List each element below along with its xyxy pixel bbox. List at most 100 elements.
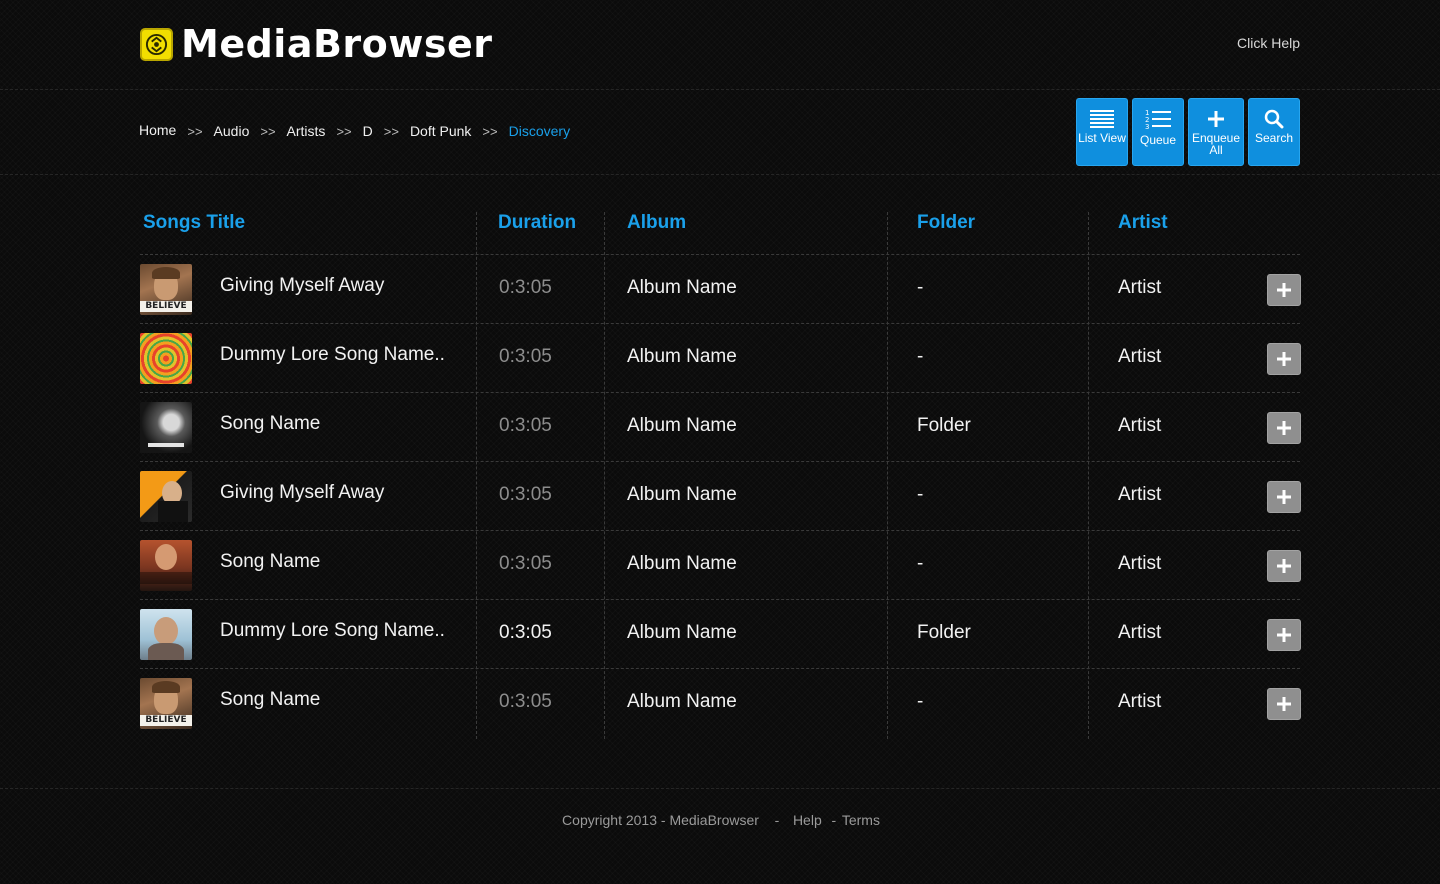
- add-to-queue-button[interactable]: [1267, 550, 1301, 582]
- queue-label: Queue: [1139, 133, 1177, 147]
- song-artist[interactable]: Artist: [1118, 277, 1161, 299]
- song-album[interactable]: Album Name: [627, 691, 737, 713]
- table-row[interactable]: BELIEVE Song Name 0:3:05 Album Name - Ar…: [140, 669, 1301, 738]
- breadcrumb-separator: >>: [383, 123, 399, 139]
- plus-icon: [1277, 697, 1291, 711]
- song-album[interactable]: Album Name: [627, 346, 737, 368]
- song-artist[interactable]: Artist: [1118, 691, 1161, 713]
- album-cover-believe: BELIEVE: [140, 678, 192, 729]
- breadcrumb-separator: >>: [187, 123, 203, 139]
- enqueue-all-label: Enqueue All: [1191, 131, 1241, 157]
- header-artist[interactable]: Artist: [1118, 212, 1168, 234]
- add-to-queue-button[interactable]: [1267, 688, 1301, 720]
- search-button[interactable]: Search: [1248, 98, 1300, 166]
- song-duration: 0:3:05: [499, 415, 552, 436]
- footer-help-link[interactable]: Help: [793, 812, 822, 828]
- table-row[interactable]: BELIEVE Giving Myself Away 0:3:05 Album …: [140, 255, 1301, 324]
- plus-icon: [1277, 421, 1291, 435]
- song-title[interactable]: Dummy Lore Song Name..: [220, 344, 445, 366]
- breadcrumb-separator: >>: [482, 123, 498, 139]
- header-folder[interactable]: Folder: [917, 212, 975, 234]
- song-title[interactable]: Song Name: [220, 689, 320, 711]
- album-cover-joe-jonas: [140, 540, 192, 591]
- plus-icon: [1277, 490, 1291, 504]
- copyright-text: Copyright 2013 - MediaBrowser: [562, 812, 759, 828]
- footer-terms-link[interactable]: Terms: [842, 812, 880, 828]
- header-duration[interactable]: Duration: [498, 212, 576, 234]
- media-browser-page: MediaBrowser Click Help Home >> Audio >>…: [0, 0, 1440, 884]
- song-folder: -: [917, 484, 924, 505]
- song-title[interactable]: Giving Myself Away: [220, 482, 384, 504]
- song-album[interactable]: Album Name: [627, 622, 737, 644]
- table-row[interactable]: Song Name 0:3:05 Album Name - Artist: [140, 531, 1301, 600]
- song-duration: 0:3:05: [499, 346, 552, 367]
- song-duration: 0:3:05: [499, 277, 552, 298]
- breadcrumb-d[interactable]: D: [363, 123, 373, 139]
- song-folder: -: [917, 691, 924, 712]
- album-cover-michael-buble: [140, 471, 192, 522]
- breadcrumb-artists[interactable]: Artists: [287, 123, 326, 139]
- add-to-queue-button[interactable]: [1267, 619, 1301, 651]
- song-folder: Folder: [917, 415, 971, 436]
- song-artist[interactable]: Artist: [1118, 484, 1161, 506]
- breadcrumb-separator: >>: [336, 123, 352, 139]
- song-album[interactable]: Album Name: [627, 553, 737, 575]
- song-album[interactable]: Album Name: [627, 277, 737, 299]
- add-to-queue-button[interactable]: [1267, 412, 1301, 444]
- toolbar: List View 1 2 3 Queue Enqueue All Search: [1076, 98, 1300, 166]
- breadcrumb-home[interactable]: Home: [139, 122, 176, 138]
- song-folder: -: [917, 346, 924, 367]
- list-view-button[interactable]: List View: [1076, 98, 1128, 166]
- svg-text:3: 3: [1145, 123, 1149, 131]
- album-cover-swirl: [140, 333, 192, 384]
- list-view-label: List View: [1078, 131, 1126, 145]
- list-icon: [1090, 110, 1114, 128]
- logo-icon: [140, 27, 173, 61]
- footer-text: Copyright 2013 - MediaBrowser - Help - T…: [0, 812, 1440, 828]
- breadcrumb-audio[interactable]: Audio: [214, 123, 250, 139]
- nav-bar: Home >> Audio >> Artists >> D >> Doft Pu…: [0, 91, 1440, 175]
- add-to-queue-button[interactable]: [1267, 274, 1301, 306]
- song-artist[interactable]: Artist: [1118, 553, 1161, 575]
- plus-icon: [1277, 283, 1291, 297]
- song-duration: 0:3:05: [499, 622, 552, 643]
- logo[interactable]: MediaBrowser: [140, 22, 493, 66]
- song-album[interactable]: Album Name: [627, 415, 737, 437]
- footer-separator: -: [774, 812, 780, 828]
- song-artist[interactable]: Artist: [1118, 622, 1161, 644]
- header: MediaBrowser Click Help: [0, 0, 1440, 90]
- add-to-queue-button[interactable]: [1267, 481, 1301, 513]
- add-to-queue-button[interactable]: [1267, 343, 1301, 375]
- song-duration: 0:3:05: [499, 691, 552, 712]
- breadcrumb-doft-punk[interactable]: Doft Punk: [410, 123, 471, 139]
- help-link[interactable]: Click Help: [1237, 35, 1300, 51]
- song-artist[interactable]: Artist: [1118, 346, 1161, 368]
- song-duration: 0:3:05: [499, 484, 552, 505]
- queue-button[interactable]: 1 2 3 Queue: [1132, 98, 1184, 166]
- breadcrumb-current: Discovery: [508, 123, 571, 139]
- table-row[interactable]: Dummy Lore Song Name.. 0:3:05 Album Name…: [140, 600, 1301, 669]
- song-title[interactable]: Song Name: [220, 413, 320, 435]
- song-title[interactable]: Song Name: [220, 551, 320, 573]
- numbered-list-icon: 1 2 3: [1145, 109, 1171, 131]
- footer-separator: -: [831, 812, 837, 828]
- song-folder: -: [917, 277, 924, 298]
- song-album[interactable]: Album Name: [627, 484, 737, 506]
- song-folder: -: [917, 553, 924, 574]
- album-cover-bw: [140, 402, 192, 453]
- header-songs-title[interactable]: Songs Title: [143, 212, 245, 234]
- songs-table: Songs Title Duration Album Folder Artist…: [140, 212, 1301, 739]
- table-row[interactable]: Giving Myself Away 0:3:05 Album Name - A…: [140, 462, 1301, 531]
- plus-icon: [1277, 352, 1291, 366]
- table-row[interactable]: Song Name 0:3:05 Album Name Folder Artis…: [140, 393, 1301, 462]
- header-album[interactable]: Album: [627, 212, 686, 234]
- song-title[interactable]: Dummy Lore Song Name..: [220, 620, 445, 642]
- song-artist[interactable]: Artist: [1118, 415, 1161, 437]
- table-row[interactable]: Dummy Lore Song Name.. 0:3:05 Album Name…: [140, 324, 1301, 393]
- table-header: Songs Title Duration Album Folder Artist: [140, 212, 1300, 255]
- enqueue-all-button[interactable]: Enqueue All: [1188, 98, 1244, 166]
- breadcrumb: Home >> Audio >> Artists >> D >> Doft Pu…: [139, 122, 571, 140]
- plus-icon: [1208, 111, 1224, 127]
- breadcrumb-separator: >>: [260, 123, 276, 139]
- song-title[interactable]: Giving Myself Away: [220, 275, 384, 297]
